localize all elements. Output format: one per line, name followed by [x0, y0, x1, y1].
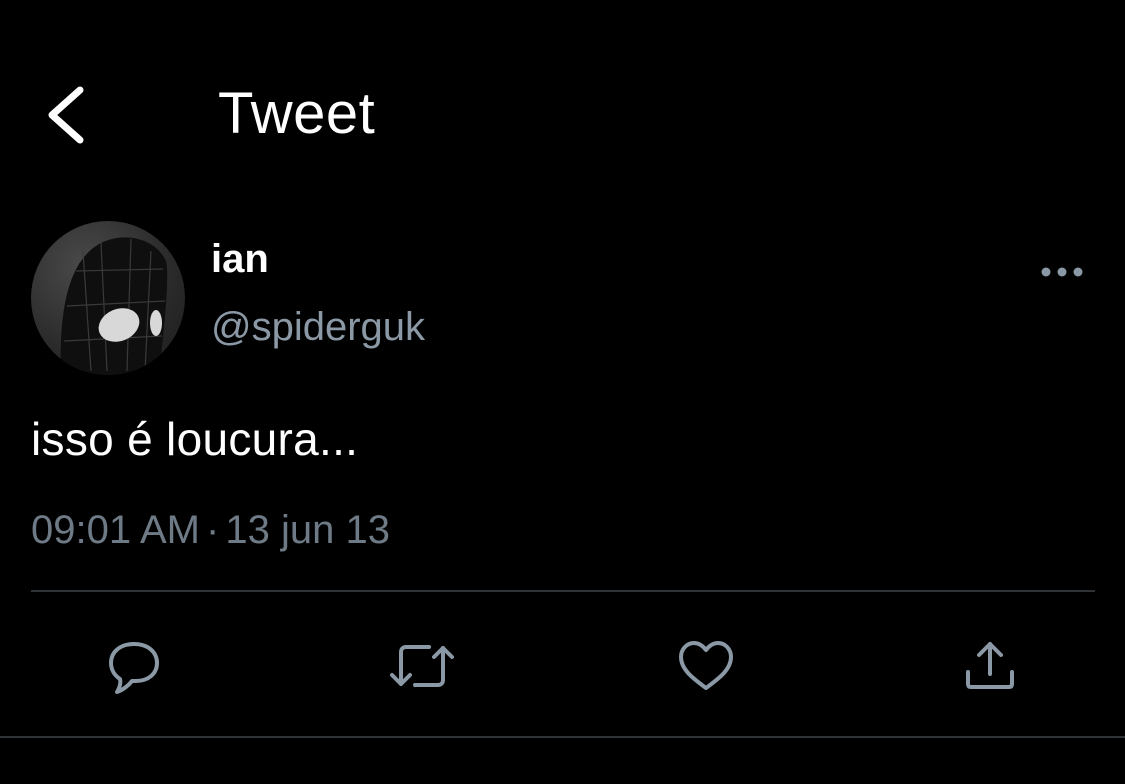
page-title: Tweet — [218, 81, 376, 146]
avatar[interactable] — [31, 221, 185, 375]
back-button[interactable] — [38, 80, 98, 150]
chevron-left-icon — [48, 86, 84, 144]
share-button[interactable] — [960, 636, 1020, 696]
more-options-button[interactable] — [1036, 256, 1088, 288]
tweet-date: 13 jun 13 — [225, 508, 390, 552]
reply-button[interactable] — [104, 636, 164, 696]
comment-icon — [109, 642, 159, 694]
like-button[interactable] — [676, 636, 736, 696]
author-display-name[interactable]: ian — [211, 236, 269, 282]
spider-mask-avatar — [60, 237, 168, 375]
retweet-icon — [390, 645, 454, 687]
top-bar: Tweet — [0, 0, 1125, 200]
share-icon — [966, 642, 1014, 689]
author-handle[interactable]: @spiderguk — [211, 304, 425, 350]
more-horizontal-icon — [1041, 267, 1083, 277]
tweet-timestamp: 09:01 AM · 13 jun 13 — [31, 506, 390, 554]
retweet-button[interactable] — [387, 636, 454, 696]
tweet-time: 09:01 AM — [31, 508, 201, 552]
divider — [0, 736, 1125, 738]
tweet-text: isso é loucura... — [31, 413, 359, 465]
divider — [31, 590, 1095, 592]
meta-separator: · — [206, 508, 220, 552]
heart-icon — [679, 641, 733, 690]
